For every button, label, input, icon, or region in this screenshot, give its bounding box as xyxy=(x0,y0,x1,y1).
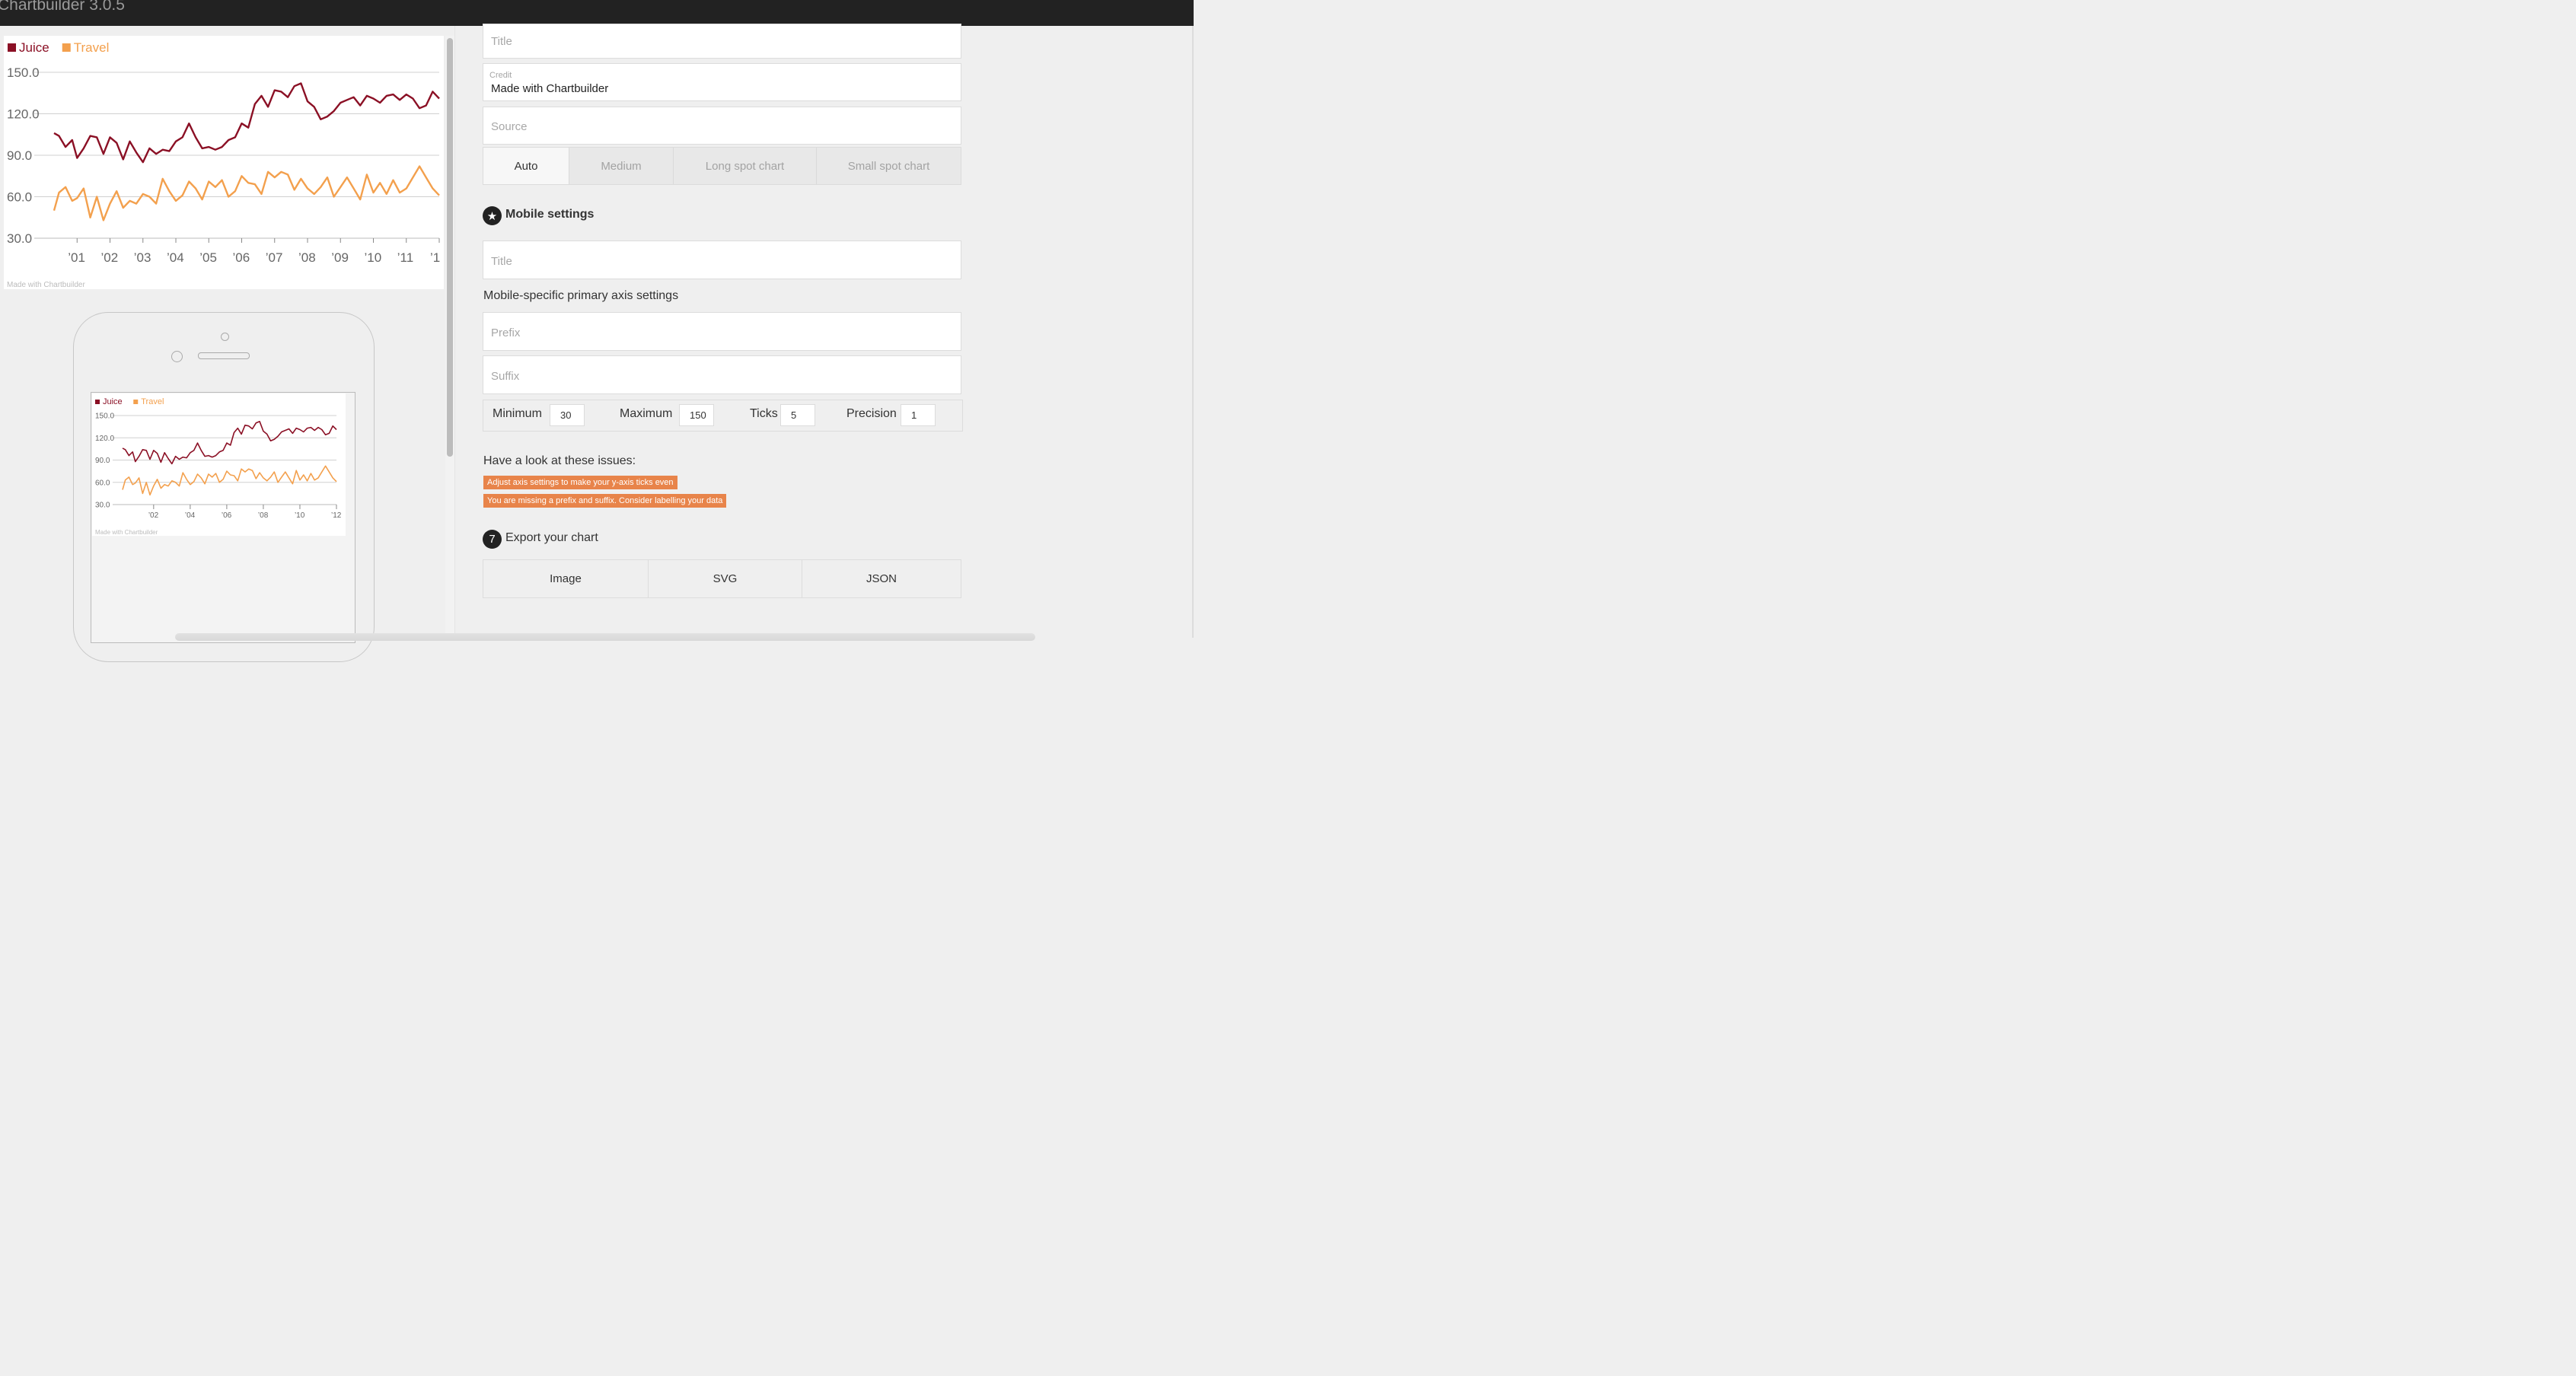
phone-lens xyxy=(171,351,183,362)
x-tick-label: ’02 xyxy=(101,250,119,265)
export-heading: Export your chart xyxy=(505,531,598,544)
x-tick-label: ’09 xyxy=(331,250,349,265)
x-tick-label: ’11 xyxy=(397,250,413,265)
mobile-settings-heading: Mobile settings xyxy=(505,208,595,221)
maximum-label: Maximum xyxy=(620,407,673,420)
mobile-axis-heading: Mobile-specific primary axis settings xyxy=(483,289,679,302)
y-tick-label: 60.0 xyxy=(7,190,32,204)
suffix-field[interactable] xyxy=(483,355,961,394)
legend-swatch xyxy=(62,43,71,52)
export-image-button[interactable]: Image xyxy=(483,560,649,597)
mobile-title-field[interactable] xyxy=(483,240,961,279)
x-tick-label: ’1 xyxy=(430,250,440,265)
y-tick-label: 120.0 xyxy=(7,107,40,121)
axis-settings-row: Minimum Maximum Ticks Precision xyxy=(483,400,963,432)
issue-badge: Adjust axis settings to make your y-axis… xyxy=(483,476,677,489)
source-input[interactable] xyxy=(489,119,946,134)
x-tick-label: ’02 xyxy=(148,511,159,520)
legend-label: Juice xyxy=(19,40,49,55)
suffix-input[interactable] xyxy=(489,369,946,384)
panel-divider xyxy=(454,26,455,638)
credit-input[interactable] xyxy=(489,81,946,96)
y-tick-label: 120.0 xyxy=(95,435,114,443)
chart-size-tabs: Auto Medium Long spot chart Small spot c… xyxy=(483,147,961,185)
size-tab-small-spot[interactable]: Small spot chart xyxy=(817,148,961,184)
right-edge xyxy=(1192,26,1194,638)
title-field[interactable] xyxy=(483,24,961,59)
main-chart-svg: 150.0 120.0 90.0 60.0 30.0 ’01 ’02 ’03 ’04 ’05 ’06… xyxy=(7,40,440,289)
legend-label: Travel xyxy=(74,40,110,55)
x-tick-label: ’06 xyxy=(233,250,250,265)
top-bar: Chartbuilder 3.0.5 xyxy=(0,0,1194,26)
prefix-input[interactable] xyxy=(489,326,946,340)
series-line-juice xyxy=(122,420,337,465)
size-tab-auto[interactable]: Auto xyxy=(483,148,569,184)
series-line-travel xyxy=(53,165,440,221)
ticks-label: Ticks xyxy=(750,407,778,420)
mobile-chart-svg: 150.0 120.0 90.0 60.0 30.0 ’02 ’04 ’06 ’08 ’10 ’12… xyxy=(95,397,342,536)
export-step-badge: 7 xyxy=(483,530,502,549)
size-tab-long-spot[interactable]: Long spot chart xyxy=(674,148,817,184)
minimum-label: Minimum xyxy=(493,407,542,420)
x-tick-label: ’10 xyxy=(295,511,305,520)
star-icon: ★ xyxy=(483,206,502,225)
credit-label: Credit xyxy=(489,71,512,80)
y-tick-label: 150.0 xyxy=(7,65,40,80)
export-buttons: Image SVG JSON xyxy=(483,559,961,598)
ticks-input[interactable] xyxy=(780,404,815,426)
export-json-button[interactable]: JSON xyxy=(802,560,961,597)
x-tick-label: ’06 xyxy=(222,511,232,520)
series-line-travel xyxy=(122,465,337,496)
issues-heading: Have a look at these issues: xyxy=(483,454,636,467)
legend-swatch xyxy=(95,400,100,404)
y-tick-label: 30.0 xyxy=(7,231,32,246)
y-tick-label: 60.0 xyxy=(95,479,110,487)
chart-credit: Made with Chartbuilder xyxy=(95,529,158,536)
app-title: Chartbuilder 3.0.5 xyxy=(0,0,125,14)
x-tick-label: ’08 xyxy=(298,250,316,265)
export-svg-button[interactable]: SVG xyxy=(649,560,802,597)
y-tick-label: 150.0 xyxy=(95,412,114,421)
legend-swatch xyxy=(8,43,16,52)
legend-swatch xyxy=(133,400,139,404)
mobile-chart-preview: 150.0 120.0 90.0 60.0 30.0 ’02 ’04 ’06 ’08 ’10 ’12… xyxy=(92,393,346,536)
x-tick-label: ’04 xyxy=(185,511,196,520)
issue-badge: You are missing a prefix and suffix. Con… xyxy=(483,494,727,508)
legend-label: Juice xyxy=(103,397,123,406)
series-line-juice xyxy=(53,82,440,164)
x-tick-label: ’05 xyxy=(199,250,217,265)
source-field[interactable] xyxy=(483,107,961,145)
x-tick-label: ’07 xyxy=(266,250,283,265)
credit-field[interactable]: Credit xyxy=(483,63,961,101)
chart-credit: Made with Chartbuilder xyxy=(7,281,85,289)
chart-preview: 150.0 120.0 90.0 60.0 30.0 ’01 ’02 ’03 ’04 ’05 ’06… xyxy=(4,36,444,289)
phone-speaker xyxy=(198,352,250,359)
preview-scrollbar-thumb[interactable] xyxy=(447,38,453,457)
prefix-field[interactable] xyxy=(483,312,961,351)
minimum-input[interactable] xyxy=(550,404,585,426)
legend-label: Travel xyxy=(141,397,164,406)
y-tick-label: 30.0 xyxy=(95,502,110,510)
maximum-input[interactable] xyxy=(679,404,714,426)
bottom-shadow xyxy=(175,633,1035,641)
phone-camera xyxy=(221,333,229,341)
x-tick-label: ’12 xyxy=(331,511,342,520)
x-tick-label: ’10 xyxy=(365,250,382,265)
size-tab-medium[interactable]: Medium xyxy=(569,148,674,184)
precision-input[interactable] xyxy=(901,404,936,426)
x-tick-label: ’03 xyxy=(134,250,151,265)
x-tick-label: ’01 xyxy=(68,250,85,265)
precision-label: Precision xyxy=(846,407,897,420)
y-tick-label: 90.0 xyxy=(95,457,110,465)
x-tick-label: ’04 xyxy=(167,250,184,265)
y-tick-label: 90.0 xyxy=(7,148,32,163)
mobile-title-input[interactable] xyxy=(489,254,946,269)
title-input[interactable] xyxy=(489,34,946,49)
x-tick-label: ’08 xyxy=(258,511,269,520)
